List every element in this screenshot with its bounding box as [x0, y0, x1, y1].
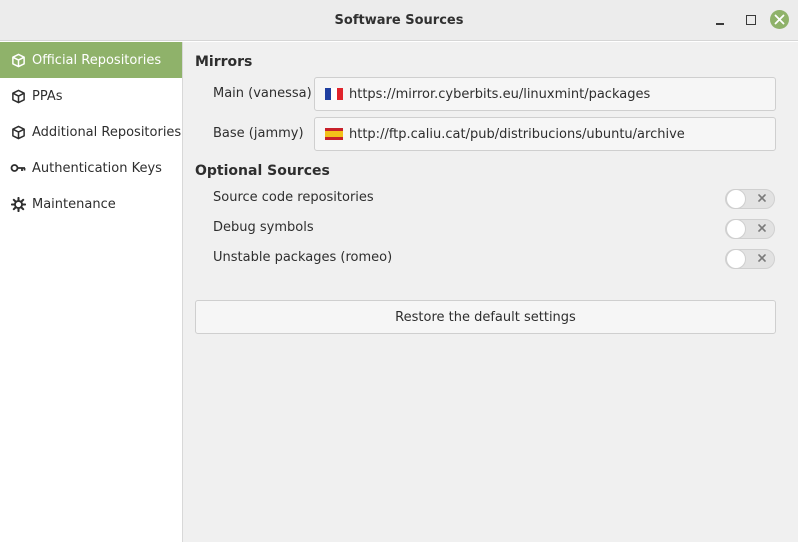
sidebar: Official Repositories PPAs Additional Re…	[0, 42, 183, 542]
package-icon	[10, 88, 26, 104]
close-icon	[774, 14, 785, 25]
maximize-button[interactable]	[741, 10, 761, 30]
flag-spain-icon	[325, 128, 343, 140]
sidebar-item-label: Additional Repositories	[32, 124, 182, 140]
optional-sources-heading: Optional Sources	[195, 163, 330, 179]
gear-icon	[10, 196, 26, 212]
close-button[interactable]	[770, 10, 789, 29]
source-code-label: Source code repositories	[213, 190, 374, 205]
package-icon	[10, 52, 26, 68]
title-bar: Software Sources	[0, 0, 798, 41]
sidebar-item-label: Authentication Keys	[32, 160, 162, 176]
off-icon	[758, 254, 766, 262]
toggle-knob	[726, 219, 746, 239]
unstable-packages-label: Unstable packages (romeo)	[213, 250, 393, 265]
base-mirror-url: http://ftp.caliu.cat/pub/distribucions/u…	[349, 126, 685, 142]
mirrors-heading: Mirrors	[195, 54, 253, 70]
sidebar-item-maintenance[interactable]: Maintenance	[0, 186, 182, 222]
unstable-packages-toggle[interactable]	[725, 249, 775, 269]
sidebar-item-additional-repositories[interactable]: Additional Repositories	[0, 114, 182, 150]
base-mirror-button[interactable]: http://ftp.caliu.cat/pub/distribucions/u…	[314, 117, 776, 151]
toggle-knob	[726, 189, 746, 209]
sidebar-item-authentication-keys[interactable]: Authentication Keys	[0, 150, 182, 186]
off-icon	[758, 194, 766, 202]
sidebar-item-label: Maintenance	[32, 196, 116, 212]
off-icon	[758, 224, 766, 232]
base-mirror-label: Base (jammy)	[213, 126, 304, 141]
sidebar-item-ppas[interactable]: PPAs	[0, 78, 182, 114]
source-code-toggle[interactable]	[725, 189, 775, 209]
debug-symbols-label: Debug symbols	[213, 220, 314, 235]
main-mirror-button[interactable]: https://mirror.cyberbits.eu/linuxmint/pa…	[314, 77, 776, 111]
main-mirror-label: Main (vanessa)	[213, 86, 312, 101]
package-icon	[10, 124, 26, 140]
restore-defaults-button[interactable]: Restore the default settings	[195, 300, 776, 334]
sidebar-item-official-repositories[interactable]: Official Repositories	[0, 42, 182, 78]
flag-france-icon	[325, 88, 343, 100]
main-panel: Mirrors Main (vanessa) https://mirror.cy…	[183, 42, 798, 542]
sidebar-item-label: Official Repositories	[32, 52, 162, 68]
key-icon	[10, 160, 26, 176]
sidebar-item-label: PPAs	[32, 88, 63, 104]
minimize-button[interactable]	[711, 10, 731, 30]
main-mirror-url: https://mirror.cyberbits.eu/linuxmint/pa…	[349, 86, 651, 102]
debug-symbols-toggle[interactable]	[725, 219, 775, 239]
toggle-knob	[726, 249, 746, 269]
window-title: Software Sources	[334, 13, 464, 28]
